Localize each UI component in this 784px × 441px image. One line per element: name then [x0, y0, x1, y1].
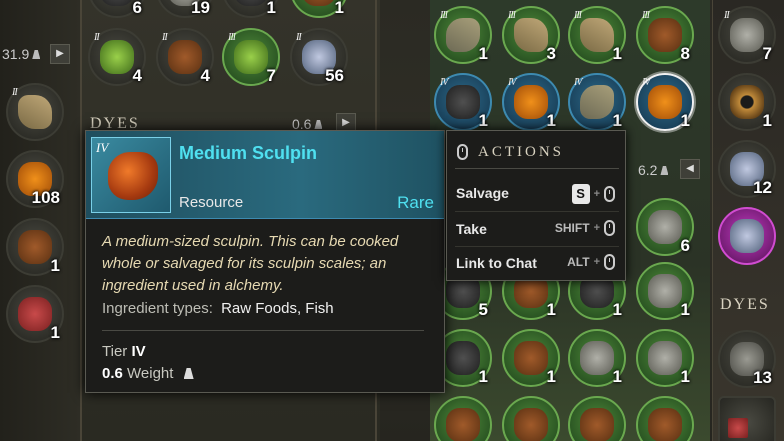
left-weight: 31.9: [2, 46, 41, 62]
item-tier-line: Tier IV: [102, 343, 146, 360]
action-take[interactable]: Take SHIFT +: [447, 214, 625, 246]
inventory-slot[interactable]: IV 1: [434, 73, 492, 131]
item-icon: IV: [91, 137, 171, 213]
sculpin-icon: [108, 152, 158, 200]
tier-value: IV: [131, 343, 146, 360]
ingredient-types: Ingredient types: Raw Foods, Fish: [102, 300, 334, 317]
inventory-slot[interactable]: 1: [718, 73, 776, 131]
action-keybind: SHIFT +: [555, 220, 615, 236]
actions-title: ACTIONS: [478, 143, 565, 160]
expand-arrow-button[interactable]: ▶: [50, 44, 70, 64]
item-description: A medium-sized sculpin. This can be cook…: [102, 233, 399, 294]
inventory-slot[interactable]: III 1: [434, 6, 492, 64]
tooltip-separator: [102, 330, 424, 331]
weight-value: 0.6: [102, 365, 123, 382]
tooltip-header: IV Medium Sculpin Resource Rare: [86, 131, 444, 219]
weight-icon: [183, 368, 194, 379]
inventory-slot[interactable]: II 56: [290, 28, 348, 86]
item-tooltip: IV Medium Sculpin Resource Rare A medium…: [85, 130, 445, 393]
inventory-slot[interactable]: 1: [6, 285, 64, 343]
actions-header: ACTIONS: [457, 141, 564, 163]
mouse-icon: [604, 220, 615, 236]
action-label: Salvage: [456, 185, 509, 201]
inventory-slot-selected[interactable]: IV 1: [636, 73, 694, 131]
inventory-slot[interactable]: II: [6, 83, 64, 141]
item-tier-badge: IV: [96, 140, 109, 155]
mouse-icon: [604, 254, 615, 270]
action-label: Take: [456, 221, 487, 237]
dye-slot[interactable]: [718, 396, 776, 441]
mouse-icon: [457, 144, 468, 160]
item-name: Medium Sculpin: [179, 143, 318, 163]
inventory-slot[interactable]: 13: [718, 330, 776, 388]
action-keybind: ALT +: [567, 254, 615, 270]
inventory-slot[interactable]: III 3: [502, 6, 560, 64]
inventory-slot[interactable]: 12: [718, 140, 776, 198]
panel-divider: [80, 0, 82, 441]
key-shift: SHIFT: [554, 221, 590, 235]
weight-label: Weight: [127, 365, 174, 382]
inventory-slot[interactable]: 6: [636, 198, 694, 256]
inventory-slot[interactable]: II 7: [718, 6, 776, 64]
action-keybind: S +: [571, 184, 615, 204]
expand-arrow-button[interactable]: ◀: [680, 159, 700, 179]
row-divider: [455, 211, 619, 212]
inventory-slot[interactable]: III 7: [222, 28, 280, 86]
ingredient-types-label: Ingredient types:: [102, 300, 213, 317]
inventory-slot[interactable]: 108: [6, 150, 64, 208]
item-type: Resource: [179, 194, 244, 211]
action-label: Link to Chat: [456, 255, 537, 271]
inventory-slot[interactable]: III 1: [568, 6, 626, 64]
inventory-slot[interactable]: IV 1: [568, 73, 626, 131]
inventory-slot[interactable]: 1: [6, 218, 64, 276]
mouse-icon: [604, 186, 615, 202]
inventory-slot[interactable]: 1: [502, 329, 560, 387]
inventory-slot[interactable]: 1: [636, 262, 694, 320]
inventory-slot[interactable]: III 8: [636, 6, 694, 64]
inventory-slot[interactable]: II 4: [156, 28, 214, 86]
ingredient-types-value: Raw Foods, Fish: [221, 300, 334, 317]
action-salvage[interactable]: Salvage S +: [447, 178, 625, 210]
inventory-slot[interactable]: 1: [636, 329, 694, 387]
item-rarity: Rare: [397, 193, 434, 212]
row-divider: [455, 246, 619, 247]
inventory-slot[interactable]: II 4: [88, 28, 146, 86]
right-weight: 6.2: [638, 162, 669, 178]
key-alt: ALT: [567, 255, 590, 269]
dyes-section-label: DYES: [720, 296, 770, 313]
key-s: S: [571, 184, 590, 204]
inventory-slot[interactable]: [718, 207, 776, 265]
actions-separator: [455, 168, 619, 169]
inventory-slot[interactable]: 1: [568, 329, 626, 387]
tier-label: Tier: [102, 343, 128, 360]
actions-menu: ACTIONS Salvage S + Take SHIFT + Link to…: [446, 130, 626, 281]
item-weight-line: 0.6 Weight: [102, 365, 194, 382]
inventory-slot[interactable]: IV 1: [502, 73, 560, 131]
action-link-to-chat[interactable]: Link to Chat ALT +: [447, 248, 625, 280]
